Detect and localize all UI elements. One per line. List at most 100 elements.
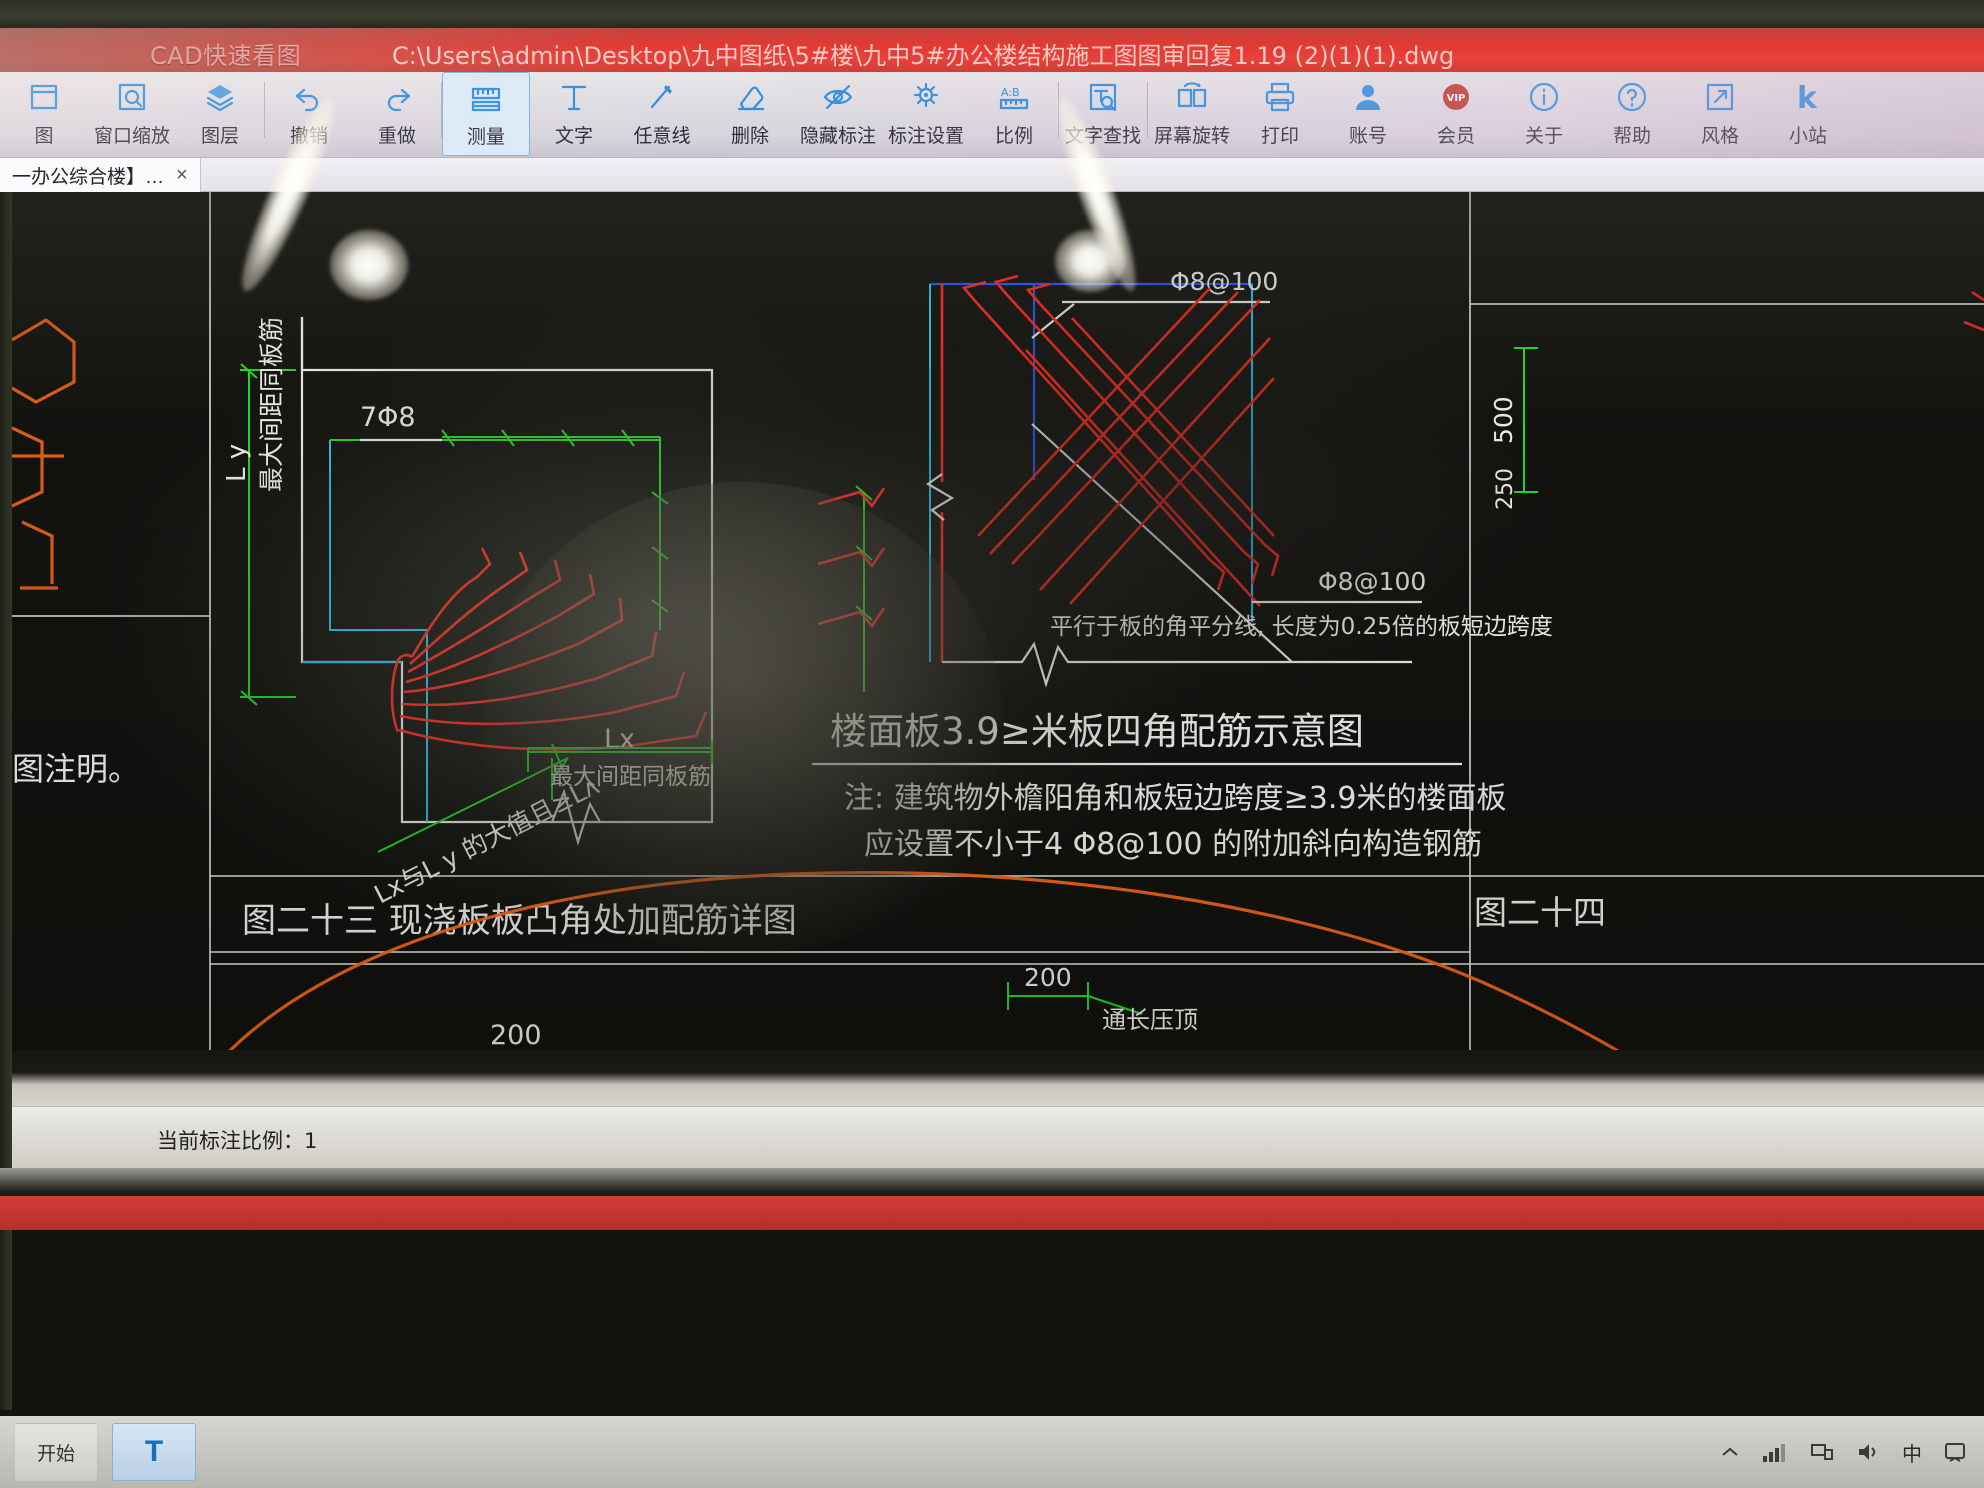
toolbar-button-zoom-window[interactable]: 窗口缩放 (88, 72, 176, 156)
toolbar-button-help[interactable]: 帮助 (1588, 72, 1676, 156)
status-scale-label: 当前标注比例：1 (157, 1129, 318, 1153)
toolbar-button-label: 重做 (377, 125, 416, 147)
signal-icon[interactable] (1762, 1441, 1788, 1463)
toolbar-button-kuaikan-k[interactable]: k 小站 (1764, 72, 1852, 156)
label-7phi8: 7Φ8 (360, 402, 416, 433)
label-max-spacing-vertical: 最大间距同板筋 (257, 317, 286, 492)
label-dim-250: 250 (1493, 468, 1518, 510)
far-left-note: 图注明。 (12, 750, 140, 788)
toolbar-button-label: 打印 (1260, 125, 1299, 147)
label-max-spacing-horizontal: 最大间距同板筋 (550, 764, 711, 790)
toolbar-button-screen-rotate[interactable]: 屏幕旋转 (1148, 72, 1236, 156)
label-lx: Lx (604, 724, 635, 755)
toolbar-button-label: 帮助 (1612, 125, 1651, 147)
start-button[interactable]: 开始 (14, 1423, 98, 1481)
document-tab[interactable]: 一办公综合楼】… × (0, 158, 201, 192)
status-bar: 当前标注比例：1 (12, 1106, 1984, 1168)
label-phi8-100-top: Φ8@100 (1170, 267, 1278, 296)
toolbar-button-label: 关于 (1524, 125, 1563, 147)
right-detail-note-2: 应设置不小于4 Φ8@100 的附加斜向构造钢筋 (864, 827, 1482, 862)
far-right-title: 图二十四 (1474, 893, 1606, 932)
toolbar-button-vip[interactable]: VIP 会员 (1412, 72, 1500, 156)
toolbar-button-label: 图层 (200, 125, 239, 147)
cad-drawing-svg: .w { stroke:#f2f2ee; fill:none; stroke-w… (12, 192, 1984, 1050)
toolbar-button-scale[interactable]: A:B 比例 (970, 72, 1058, 156)
notification-icon[interactable] (1944, 1441, 1966, 1463)
kuaikan-k-icon: k (1788, 77, 1828, 117)
main-toolbar: 图 窗口缩放 图层 撤销 重做 测量 文字 任意线 删除 隐藏标注 标注设置 A:B 比例 文字查找 屏幕旋… (0, 72, 1984, 158)
toolbar-button-style[interactable]: 风格 (1676, 72, 1764, 156)
toolbar-button-label: 图 (34, 125, 54, 147)
taskbar-app-button[interactable]: T (112, 1423, 196, 1481)
open-drawing-icon (24, 77, 64, 117)
document-tab-label: 一办公综合楼】… (12, 166, 165, 188)
toolbar-button-undo[interactable]: 撤销 (265, 72, 353, 156)
svg-text:VIP: VIP (1447, 93, 1466, 104)
measure-icon (466, 78, 506, 118)
document-tab-strip: 一办公综合楼】… × (0, 158, 1984, 192)
window-title-bar: CAD快速看图 C:\Users\admin\Desktop\九中图纸\5#楼\… (0, 28, 1984, 72)
toolbar-button-label: 任意线 (633, 125, 691, 147)
toolbar-button-label: 账号 (1348, 125, 1387, 147)
network-icon[interactable] (1810, 1441, 1834, 1463)
info-icon (1524, 77, 1564, 117)
volume-icon[interactable] (1856, 1441, 1880, 1463)
text-icon (554, 77, 594, 117)
toolbar-button-text-search[interactable]: 文字查找 (1059, 72, 1147, 156)
label-through-cap: 通长压顶 (1102, 1006, 1198, 1034)
toolbar-button-open-drawing[interactable]: 图 (0, 72, 88, 156)
label-dim-200-right: 200 (1024, 963, 1072, 992)
ime-indicator[interactable]: 中 (1902, 1438, 1922, 1467)
close-icon[interactable]: × (172, 164, 188, 187)
toolbar-button-label: 风格 (1700, 125, 1739, 147)
svg-text:k: k (1797, 81, 1818, 114)
svg-text:A:B: A:B (1001, 86, 1020, 99)
cad-app-icon: T (144, 1435, 164, 1468)
toolbar-button-account[interactable]: 账号 (1324, 72, 1412, 156)
toolbar-button-label: 文字查找 (1064, 125, 1141, 147)
undo-icon (289, 77, 329, 117)
account-icon (1348, 77, 1388, 117)
bezel-red-strip (0, 1196, 1984, 1230)
screen-rotate-icon (1172, 77, 1212, 117)
hide-dimension-icon (818, 77, 858, 117)
zoom-window-icon (112, 77, 152, 117)
toolbar-button-layers[interactable]: 图层 (176, 72, 264, 156)
label-lx-ly-max: Lx与L y 的大值且≥Lʌ (370, 771, 604, 910)
toolbar-button-text[interactable]: 文字 (530, 72, 618, 156)
freeline-icon (642, 77, 682, 117)
toolbar-button-dimension-settings[interactable]: 标注设置 (882, 72, 970, 156)
print-icon (1260, 77, 1300, 117)
toolbar-button-print[interactable]: 打印 (1236, 72, 1324, 156)
cad-drawing-canvas[interactable]: .w { stroke:#f2f2ee; fill:none; stroke-w… (12, 192, 1984, 1050)
screen-photo: CAD快速看图 C:\Users\admin\Desktop\九中图纸\5#楼\… (0, 0, 1984, 1488)
toolbar-button-label: 屏幕旋转 (1153, 125, 1230, 147)
chevron-up-icon[interactable] (1720, 1445, 1740, 1459)
toolbar-button-label: 标注设置 (887, 125, 964, 147)
label-ly: L y (222, 444, 252, 482)
vip-icon: VIP (1436, 77, 1476, 117)
toolbar-button-label: 撤销 (289, 125, 328, 147)
toolbar-button-eraser[interactable]: 删除 (706, 72, 794, 156)
toolbar-button-label: 隐藏标注 (799, 125, 876, 147)
eraser-icon (730, 77, 770, 117)
toolbar-button-info[interactable]: 关于 (1500, 72, 1588, 156)
left-detail-title: 图二十三 现浇板板凸角处加配筋详图 (242, 901, 797, 941)
toolbar-button-measure[interactable]: 测量 (442, 72, 530, 156)
help-icon (1612, 77, 1652, 117)
toolbar-button-label: 窗口缩放 (93, 125, 170, 147)
toolbar-button-label: 测量 (466, 126, 505, 148)
toolbar-button-redo[interactable]: 重做 (353, 72, 441, 156)
toolbar-button-label: 比例 (994, 125, 1033, 147)
toolbar-button-label: 删除 (730, 125, 769, 147)
canvas-lower-band (12, 1050, 1984, 1106)
toolbar-button-freeline[interactable]: 任意线 (618, 72, 706, 156)
toolbar-button-label: 小站 (1788, 125, 1827, 147)
toolbar-button-hide-dimension[interactable]: 隐藏标注 (794, 72, 882, 156)
toolbar-button-label: 会员 (1436, 125, 1475, 147)
redo-icon (377, 77, 417, 117)
label-dim-500: 500 (1489, 396, 1518, 444)
monitor-bezel-top (0, 0, 1984, 30)
right-detail-note-1: 注: 建筑物外檐阳角和板短边跨度≥3.9米的楼面板 (844, 781, 1507, 816)
label-bisector-note: 平行于板的角平分线, 长度为0.25倍的板短边跨度 (1050, 614, 1553, 640)
